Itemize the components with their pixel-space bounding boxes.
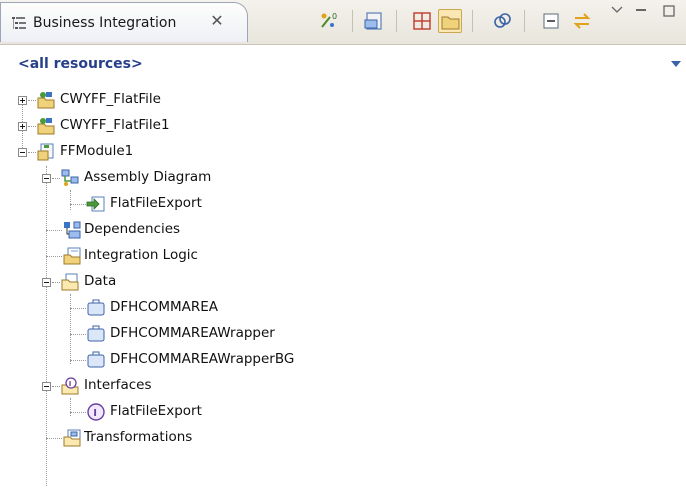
business-object-icon	[86, 350, 106, 370]
tree-item-cwyff-flatfile[interactable]: CWYFF_FlatFile	[60, 91, 161, 107]
interfaces-folder-icon: I	[60, 376, 80, 396]
tree-guide	[52, 178, 60, 179]
collapse-toggle[interactable]	[42, 174, 51, 183]
library-project-icon	[36, 90, 56, 110]
tree-item-dfhcommareawrapperbg[interactable]: DFHCOMMAREAWrapperBG	[110, 351, 294, 367]
tree-guide	[70, 294, 71, 364]
chevron-down-icon[interactable]	[670, 58, 682, 68]
tree-item-dfhcommarea[interactable]: DFHCOMMAREA	[110, 299, 218, 315]
module-icon	[36, 142, 56, 162]
interface-icon: I	[86, 402, 106, 422]
tree-item-interfaces[interactable]: Interfaces	[84, 377, 151, 393]
tree-guide	[52, 386, 60, 387]
show-files-icon[interactable]: 0	[318, 9, 342, 33]
resource-filter-link[interactable]: <all resources>	[18, 56, 143, 72]
svg-text:0: 0	[332, 12, 337, 21]
tree-guide	[52, 282, 60, 283]
tree-guide	[70, 308, 86, 309]
tree-item-integration-logic[interactable]: Integration Logic	[84, 247, 198, 263]
tree-item-flatfileexport-interface[interactable]: FlatFileExport	[110, 403, 202, 419]
project-tree: CWYFF_FlatFile CWYFF_FlatFile1 FFModule1…	[0, 86, 686, 497]
svg-text:I: I	[93, 408, 97, 419]
collapse-toggle[interactable]	[42, 278, 51, 287]
minimize-icon[interactable]	[634, 4, 648, 18]
library-project-icon	[36, 116, 56, 136]
tree-guide	[70, 334, 86, 335]
tree-guide	[28, 152, 36, 153]
business-object-icon	[86, 324, 106, 344]
tree-guide	[28, 126, 36, 127]
tree-item-flatfileexport[interactable]: FlatFileExport	[110, 195, 202, 211]
tree-guide	[70, 398, 71, 416]
tree-guide	[46, 438, 62, 439]
tree-item-ffmodule1[interactable]: FFModule1	[60, 143, 133, 159]
collapse-toggle[interactable]	[42, 382, 51, 391]
collapse-toggle[interactable]	[18, 148, 27, 157]
export-icon	[86, 194, 106, 214]
grid-icon[interactable]	[410, 9, 434, 33]
business-object-icon	[86, 298, 106, 318]
tree-guide	[28, 100, 36, 101]
toolbar-separator	[472, 10, 473, 32]
expand-toggle[interactable]	[18, 96, 27, 105]
tree-guide	[70, 190, 71, 210]
tree-guide	[70, 204, 86, 205]
view-menu-icon[interactable]	[610, 4, 624, 16]
sync-icon[interactable]	[570, 9, 594, 33]
data-folder-icon	[60, 272, 80, 292]
tree-view-icon	[11, 15, 27, 31]
dependencies-icon	[62, 220, 82, 240]
tree-guide	[70, 360, 86, 361]
tree-guide	[46, 230, 62, 231]
transformations-icon	[62, 428, 82, 448]
tree-guide	[46, 256, 62, 257]
view-titlebar: Business Integration ✕ 0	[0, 0, 686, 45]
tree-item-dependencies[interactable]: Dependencies	[84, 221, 180, 237]
tree-item-data[interactable]: Data	[84, 273, 116, 289]
maximize-icon[interactable]	[662, 4, 676, 18]
tab-label: Business Integration	[33, 15, 177, 31]
toolbar-separator	[524, 10, 525, 32]
tree-guide	[70, 412, 86, 413]
collapse-all-icon[interactable]	[540, 9, 564, 33]
tree-item-transformations[interactable]: Transformations	[84, 429, 192, 445]
tree-item-cwyff-flatfile1[interactable]: CWYFF_FlatFile1	[60, 117, 170, 133]
integration-logic-icon	[62, 246, 82, 266]
toolbar-separator	[352, 10, 353, 32]
close-icon[interactable]: ✕	[207, 11, 227, 31]
tab-business-integration[interactable]: Business Integration ✕	[0, 2, 248, 42]
expand-toggle[interactable]	[18, 122, 27, 131]
svg-text:I: I	[69, 380, 72, 388]
folder-icon[interactable]	[438, 9, 462, 33]
assembly-diagram-icon	[60, 168, 80, 188]
toolbar-separator	[396, 10, 397, 32]
link-icon[interactable]	[490, 9, 514, 33]
tree-item-assembly-diagram[interactable]: Assembly Diagram	[84, 169, 211, 185]
tree-item-dfhcommareawrapper[interactable]: DFHCOMMAREAWrapper	[110, 325, 275, 341]
open-module-icon[interactable]	[362, 9, 386, 33]
